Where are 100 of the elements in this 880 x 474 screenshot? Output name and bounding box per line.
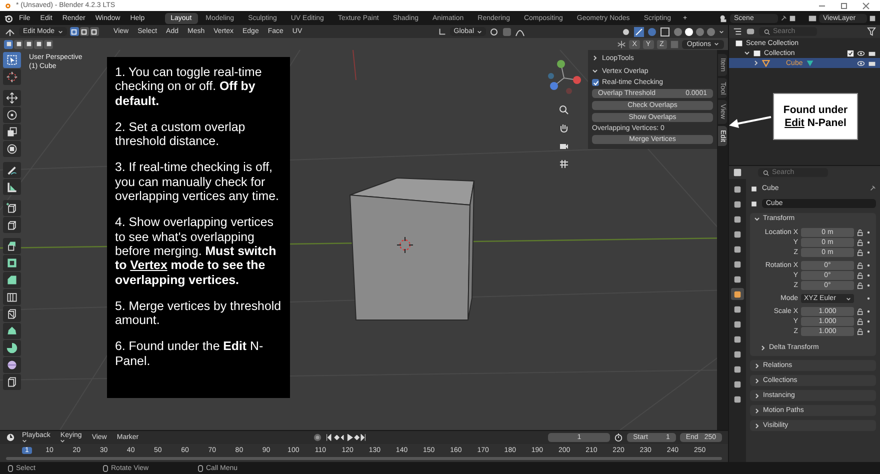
stopwatch-icon[interactable] — [614, 433, 624, 442]
checkbox[interactable] — [592, 79, 599, 86]
chevron-right-icon[interactable] — [592, 55, 598, 61]
chevron-right-icon[interactable] — [753, 60, 759, 66]
mouse-icon — [198, 464, 203, 472]
chevron-right-icon[interactable] — [754, 362, 760, 368]
editor-type-icon[interactable] — [733, 168, 742, 177]
inset-icon — [6, 257, 18, 269]
tool-button[interactable] — [3, 52, 21, 68]
caret-icon — [714, 42, 719, 46]
lock-icon[interactable] — [857, 239, 864, 246]
tool-button[interactable] — [3, 289, 21, 305]
ruler-icon — [6, 181, 18, 193]
keyframe-dot-icon[interactable] — [867, 231, 870, 234]
eye-icon[interactable] — [857, 60, 865, 66]
tool-button[interactable] — [3, 272, 21, 288]
keyframe-dot-icon[interactable] — [867, 264, 870, 267]
tool-button[interactable] — [3, 107, 21, 123]
tool-button[interactable] — [3, 124, 21, 140]
select-mode-button[interactable] — [70, 27, 79, 36]
checkbox-icon[interactable] — [847, 50, 854, 56]
tool-button[interactable] — [3, 217, 21, 233]
keyframe-dot-icon[interactable] — [867, 297, 870, 300]
editor-type-icon[interactable] — [4, 26, 16, 36]
chevron-down-icon[interactable] — [744, 50, 750, 56]
cursor-icon — [6, 71, 18, 83]
selection-mode-button[interactable] — [14, 40, 23, 48]
tool-button[interactable] — [3, 179, 21, 195]
chevron-right-icon[interactable] — [754, 378, 760, 384]
keyframe-dot-icon[interactable] — [867, 310, 870, 313]
tool-button[interactable] — [3, 357, 21, 373]
keyframe-dot-icon[interactable] — [867, 330, 870, 333]
properties-tab[interactable] — [731, 288, 744, 300]
gizmo-icon[interactable] — [634, 26, 644, 36]
lock-icon[interactable] — [857, 308, 864, 315]
app-logo-icon[interactable] — [4, 14, 13, 22]
copy-icon[interactable] — [789, 14, 796, 22]
keyframe-dot-icon[interactable] — [867, 251, 870, 254]
tool-button[interactable] — [3, 90, 21, 106]
lock-icon[interactable] — [857, 282, 864, 289]
tool-button[interactable] — [3, 340, 21, 356]
select-mode-button[interactable] — [80, 27, 89, 36]
mirror-icon[interactable] — [617, 40, 626, 48]
tool-button[interactable] — [3, 238, 21, 254]
record-icon[interactable] — [313, 433, 322, 442]
clock-icon[interactable] — [6, 433, 15, 442]
cube-add-icon — [6, 202, 18, 214]
lock-icon[interactable] — [857, 249, 864, 256]
tool-button[interactable] — [3, 323, 21, 339]
search-icon — [764, 28, 770, 34]
timeline-scrollbar[interactable] — [6, 457, 722, 460]
select-mode-button[interactable] — [90, 27, 99, 36]
chevron-right-icon[interactable] — [754, 392, 760, 398]
lock-icon[interactable] — [857, 328, 864, 335]
close-icon[interactable] — [862, 2, 870, 10]
chevron-right-icon[interactable] — [754, 422, 760, 428]
collection-icon — [753, 49, 761, 57]
zoom-icon[interactable] — [558, 103, 570, 116]
mouse-icon — [103, 464, 108, 472]
orientation-icon[interactable] — [438, 27, 447, 36]
tool-button[interactable] — [3, 162, 21, 178]
selection-mode-button[interactable] — [34, 40, 43, 48]
selection-mode-button[interactable] — [44, 40, 53, 48]
move-icon — [6, 92, 18, 104]
tool-button[interactable] — [3, 141, 21, 157]
pivot-icon[interactable] — [489, 26, 499, 36]
caret-icon — [719, 30, 724, 34]
tool-button[interactable] — [3, 200, 21, 216]
scene-icon[interactable] — [719, 14, 728, 22]
tool-button[interactable] — [3, 306, 21, 322]
chevron-right-icon[interactable] — [760, 344, 766, 350]
pin-icon[interactable] — [780, 14, 787, 22]
copy-icon[interactable] — [869, 14, 876, 22]
pin-icon[interactable] — [869, 185, 876, 192]
instruction-text: 1. You can toggle real-time checking on or off. Off by default. — [115, 65, 263, 108]
keyframe-dot-icon[interactable] — [867, 320, 870, 323]
tool-button[interactable] — [3, 374, 21, 390]
chevron-right-icon[interactable] — [754, 408, 760, 414]
keyframe-dot-icon[interactable] — [867, 274, 870, 277]
visibility-icon[interactable] — [621, 26, 631, 36]
lock-icon[interactable] — [857, 262, 864, 269]
tool-button[interactable] — [3, 255, 21, 271]
keyframe-dot-icon[interactable] — [867, 241, 870, 244]
chevron-down-icon[interactable] — [754, 216, 760, 222]
display-mode-icon[interactable] — [733, 27, 742, 36]
lock-icon[interactable] — [857, 229, 864, 236]
maximize-icon[interactable] — [840, 2, 848, 10]
selection-mode-button[interactable] — [4, 40, 13, 48]
chevron-down-icon[interactable] — [592, 68, 598, 74]
filter-icon[interactable] — [867, 27, 876, 36]
shading-mode-icon[interactable] — [684, 26, 694, 36]
tool-button[interactable] — [3, 69, 21, 85]
grid-icon[interactable] — [558, 157, 570, 170]
keyframe-dot-icon[interactable] — [867, 284, 870, 287]
lock-icon[interactable] — [857, 272, 864, 279]
selection-mode-button[interactable] — [24, 40, 33, 48]
lock-icon[interactable] — [857, 318, 864, 325]
caret-icon — [22, 439, 27, 443]
mesh-data-icon — [806, 59, 814, 67]
eye-icon[interactable] — [857, 50, 865, 56]
